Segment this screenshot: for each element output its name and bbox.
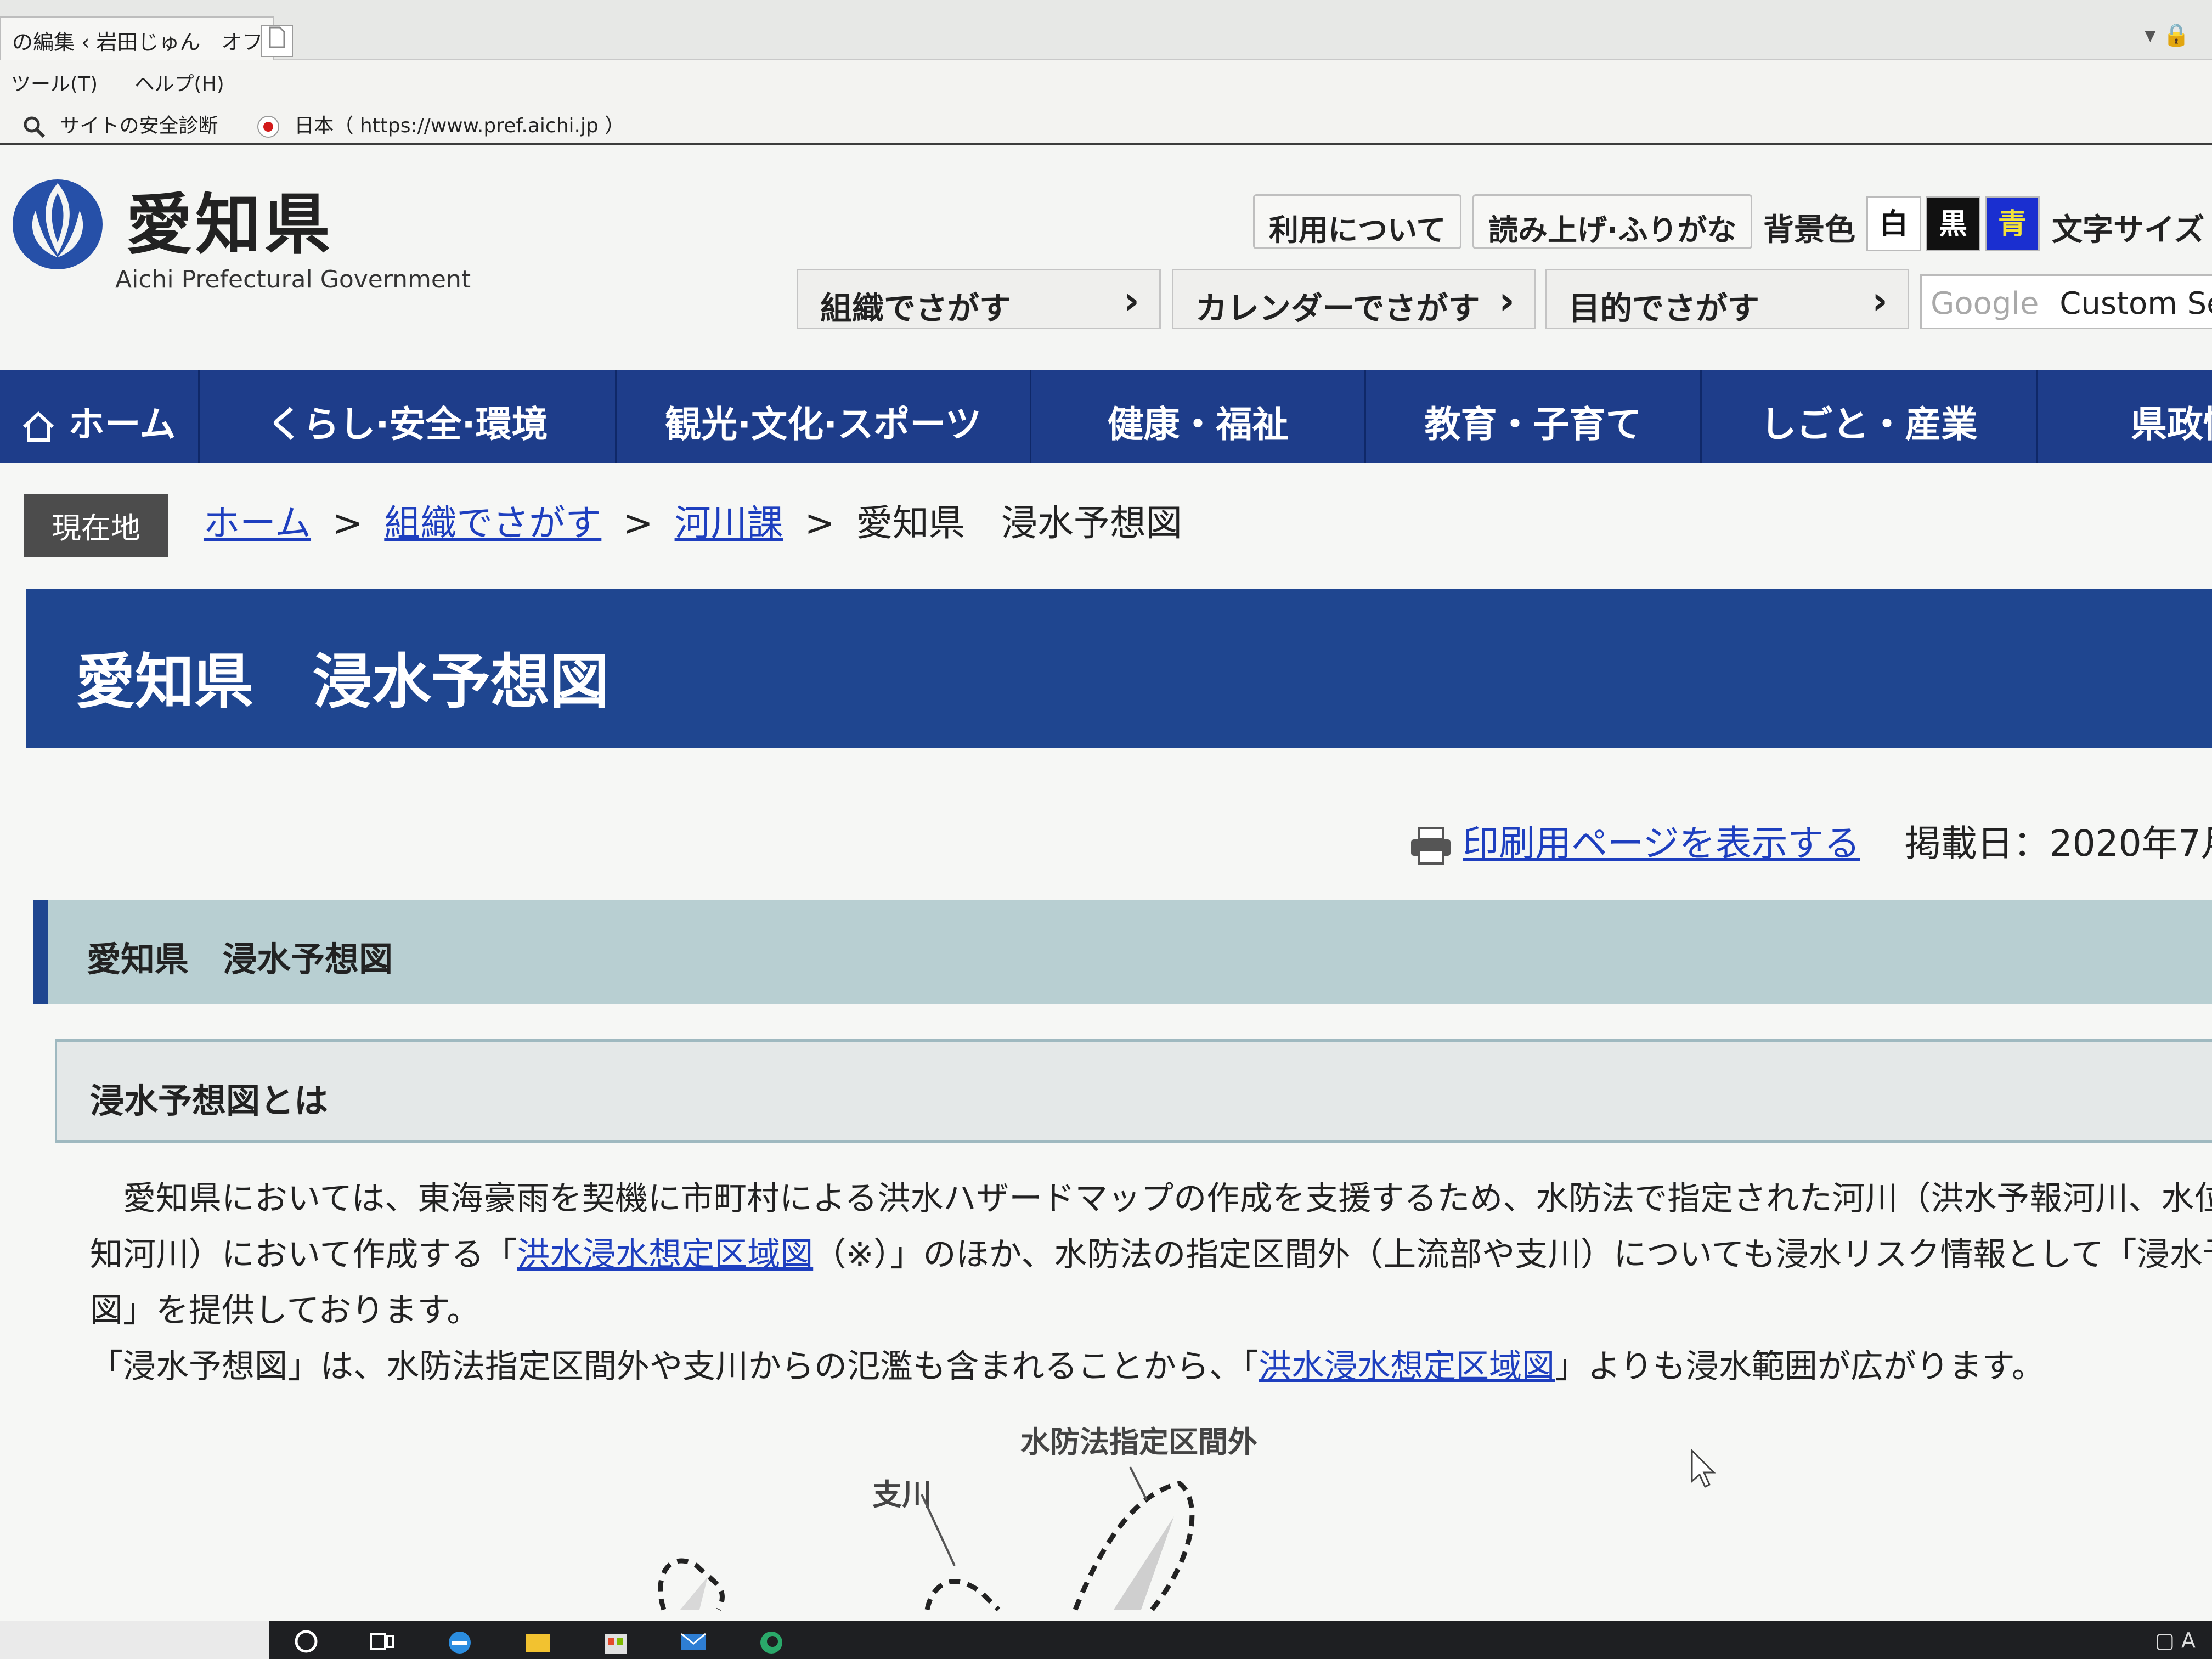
bg-white-button[interactable]: 白 bbox=[1866, 196, 1921, 251]
mail-icon[interactable] bbox=[678, 1626, 709, 1657]
google-logo: Google bbox=[1931, 286, 2039, 321]
tab-list-icon[interactable]: ▾ 🔒 bbox=[2145, 22, 2190, 48]
paragraph-line: 愛知県においては、東海豪雨を契機に市町村による洪水ハザードマップの作成を支援する… bbox=[90, 1171, 2212, 1227]
flood-diagram: 水防法指定区間外 支川 bbox=[603, 1418, 1372, 1621]
region-item[interactable]: 日本（ https://www.pref.aichi.jp ） bbox=[257, 110, 624, 138]
breadcrumb-home-link[interactable]: ホーム bbox=[204, 502, 311, 544]
new-tab-button[interactable] bbox=[261, 25, 293, 57]
breadcrumb: 現在地 ホーム > 組織でさがす > 河川課 > 愛知県 浸水予想図 bbox=[24, 494, 1182, 557]
taskbar-search-area[interactable] bbox=[0, 1621, 269, 1659]
internet-explorer-icon[interactable] bbox=[444, 1626, 475, 1657]
breadcrumb-division-link[interactable]: 河川課 bbox=[675, 502, 783, 544]
japan-flag-icon bbox=[257, 116, 279, 138]
breadcrumb-separator: > bbox=[623, 502, 653, 544]
section-body: 愛知県においては、東海豪雨を契機に市町村による洪水ハザードマップの作成を支援する… bbox=[90, 1171, 2212, 1395]
browser-tab[interactable]: の編集 ‹ 岩田じゅん オフィ… bbox=[0, 16, 274, 60]
safety-check-label: サイトの安全診断 bbox=[60, 115, 218, 137]
nav-item-label: ホーム bbox=[68, 403, 176, 445]
search-by-org-button[interactable]: 組織でさがす › bbox=[797, 269, 1161, 329]
nav-item-living[interactable]: くらし·安全·環境 bbox=[200, 370, 617, 463]
paragraph-text: 知河川）において作成する「 bbox=[90, 1235, 517, 1274]
nav-item-work[interactable]: しごと・産業 bbox=[1702, 370, 2038, 463]
paragraph-text: 図」を提供しております。 bbox=[90, 1291, 480, 1330]
main-content: 現在地 ホーム > 組織でさがす > 河川課 > 愛知県 浸水予想図 愛知県 浸… bbox=[0, 463, 2212, 1621]
nav-item-tourism[interactable]: 観光·文化·スポーツ bbox=[617, 370, 1031, 463]
system-tray[interactable]: ▢ A bbox=[2155, 1628, 2196, 1652]
site-header: 愛知県 Aichi Prefectural Government 利用について … bbox=[0, 145, 2212, 370]
edge-icon[interactable] bbox=[756, 1626, 787, 1657]
chevron-right-icon: › bbox=[1872, 278, 1888, 323]
page-title: 愛知県 浸水予想図 bbox=[26, 589, 2212, 748]
task-view-icon[interactable] bbox=[366, 1626, 397, 1657]
store-icon[interactable] bbox=[600, 1626, 631, 1657]
new-tab-icon bbox=[269, 26, 285, 48]
cortana-icon[interactable] bbox=[291, 1626, 321, 1657]
bg-black-button[interactable]: 黒 bbox=[1926, 196, 1980, 251]
chevron-right-icon: › bbox=[1124, 278, 1139, 323]
paragraph-text: 「浸水予想図」は、水防法指定区間外や支川からの氾濫も含まれることから、「 bbox=[90, 1347, 1259, 1386]
nav-item-health[interactable]: 健康・福祉 bbox=[1031, 370, 1366, 463]
printer-icon bbox=[1411, 827, 1451, 865]
mouse-cursor-icon bbox=[1691, 1448, 1716, 1488]
print-page-link[interactable]: 印刷用ページを表示する bbox=[1463, 822, 1860, 865]
search-by-calendar-button[interactable]: カレンダーでさがす › bbox=[1172, 269, 1536, 329]
browser-menubar: ツール(T) ヘルプ(H) bbox=[0, 60, 2212, 98]
paragraph-line: 知河川）において作成する「洪水浸水想定区域図（※）」のほか、水防法の指定区間外（… bbox=[90, 1227, 2212, 1283]
logo-title: 愛知県 bbox=[126, 187, 334, 263]
flood-area-outline bbox=[658, 1466, 1195, 1612]
nav-item-home[interactable]: ホーム bbox=[0, 370, 200, 463]
bg-blue-button[interactable]: 青 bbox=[1985, 196, 2040, 251]
flood-area-map-link[interactable]: 洪水浸水想定区域図 bbox=[1259, 1347, 1555, 1386]
font-size-label: 文字サイズ bbox=[2052, 212, 2205, 248]
section-heading: 愛知県 浸水予想図 bbox=[33, 900, 2212, 1004]
bg-color-label: 背景色 bbox=[1763, 212, 1855, 248]
chevron-right-icon: › bbox=[1499, 278, 1515, 323]
file-explorer-icon[interactable] bbox=[522, 1626, 553, 1657]
global-nav: ホーム くらし·安全·環境 観光·文化·スポーツ 健康・福祉 教育・子育て しご… bbox=[0, 370, 2212, 463]
reading-furigana-button[interactable]: 読み上げ·ふりがな bbox=[1472, 194, 1752, 249]
safety-check-item[interactable]: サイトの安全診断 bbox=[22, 110, 218, 139]
menu-item-tools[interactable]: ツール(T) bbox=[11, 73, 98, 95]
aichi-emblem-icon bbox=[13, 179, 103, 269]
search-by-org-label: 組織でさがす bbox=[820, 290, 1012, 327]
paragraph-line: 「浸水予想図」は、水防法指定区間外や支川からの氾濫も含まれることから、「洪水浸水… bbox=[90, 1339, 2212, 1395]
flood-area-map-link[interactable]: 洪水浸水想定区域図 bbox=[517, 1235, 813, 1274]
site-search-input[interactable]: Google Custom Search bbox=[1920, 274, 2212, 329]
search-by-calendar-label: カレンダーでさがす bbox=[1195, 290, 1480, 327]
taskbar: ▢ A bbox=[0, 1621, 2212, 1659]
subsection-heading: 浸水予想図とは bbox=[55, 1039, 2212, 1143]
breadcrumb-separator: > bbox=[332, 502, 363, 544]
site-logo[interactable]: 愛知県 Aichi Prefectural Government bbox=[5, 156, 471, 294]
region-label: 日本（ https://www.pref.aichi.jp ） bbox=[294, 115, 625, 137]
breadcrumb-badge: 現在地 bbox=[24, 494, 168, 557]
published-date: 掲載日：2020年7月31日 bbox=[1904, 822, 2212, 865]
site-search-placeholder: Custom Search bbox=[2059, 286, 2212, 321]
paragraph-text: （※）」のほか、水防法の指定区間外（上流部や支川）についても浸水リスク情報として… bbox=[813, 1235, 2212, 1274]
paragraph-line: 図」を提供しております。 bbox=[90, 1283, 2212, 1339]
menu-item-help[interactable]: ヘルプ(H) bbox=[135, 73, 224, 95]
home-icon bbox=[23, 411, 54, 442]
breadcrumb-org-link[interactable]: 組織でさがす bbox=[384, 502, 601, 544]
print-row: 印刷用ページを表示する 掲載日：2020年7月31日 bbox=[1410, 814, 2212, 869]
breadcrumb-current: 愛知県 浸水予想図 bbox=[856, 502, 1182, 544]
nav-item-education[interactable]: 教育・子育て bbox=[1366, 370, 1702, 463]
logo-subtitle: Aichi Prefectural Government bbox=[115, 266, 471, 294]
about-button[interactable]: 利用について bbox=[1253, 194, 1462, 249]
search-by-purpose-button[interactable]: 目的でさがす › bbox=[1545, 269, 1909, 329]
breadcrumb-separator: > bbox=[804, 502, 835, 544]
browser-tab-strip: の編集 ‹ 岩田じゅん オフィ… ▾ 🔒 bbox=[0, 0, 2212, 60]
paragraph-text: 」よりも浸水範囲が広がります。 bbox=[1555, 1347, 2045, 1386]
nav-item-government[interactable]: 県政情報 bbox=[2038, 370, 2212, 463]
paragraph-text: 愛知県においては、東海豪雨を契機に市町村による洪水ハザードマップの作成を支援する… bbox=[123, 1180, 2212, 1218]
favorites-bar: サイトの安全診断 日本（ https://www.pref.aichi.jp ） bbox=[0, 98, 2212, 145]
browser-tab-title: の編集 ‹ 岩田じゅん オフィ… bbox=[12, 30, 273, 54]
search-by-purpose-label: 目的でさがす bbox=[1568, 290, 1760, 327]
search-icon bbox=[24, 116, 46, 138]
